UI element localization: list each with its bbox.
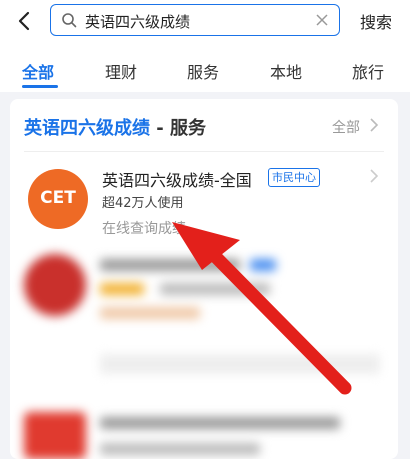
tab-local[interactable]: 本地 bbox=[270, 59, 302, 83]
app-screen: 英语四六级成绩 搜索 全部 理财 服务 本地 旅行 英语四六级成绩 - 服务 全… bbox=[0, 0, 410, 459]
tab-services[interactable]: 服务 bbox=[187, 59, 219, 83]
search-button[interactable]: 搜索 bbox=[360, 9, 392, 33]
blurred-result-logo bbox=[24, 412, 86, 459]
search-icon bbox=[62, 13, 77, 28]
tab-all[interactable]: 全部 bbox=[22, 59, 54, 83]
search-header: 英语四六级成绩 搜索 bbox=[0, 0, 410, 42]
category-tabs: 全部 理财 服务 本地 旅行 bbox=[0, 42, 410, 92]
section-title: 英语四六级成绩 - 服务 bbox=[24, 114, 206, 140]
tab-travel[interactable]: 旅行 bbox=[352, 59, 384, 83]
search-query-text: 英语四六级成绩 bbox=[85, 13, 191, 31]
back-arrow-icon[interactable] bbox=[14, 10, 36, 32]
cet-logo-text: CET bbox=[40, 188, 76, 208]
provider-badge: 市民中心 bbox=[268, 168, 320, 187]
section-title-suffix: - 服务 bbox=[150, 118, 207, 139]
divider bbox=[24, 151, 384, 152]
result-title[interactable]: 英语四六级成绩-全国 bbox=[102, 167, 252, 191]
view-all-link[interactable]: 全部 bbox=[332, 117, 360, 137]
section-title-keyword: 英语四六级成绩 bbox=[24, 118, 150, 139]
chevron-right-icon[interactable] bbox=[369, 169, 379, 183]
usage-count: 超42万人使用 bbox=[102, 196, 184, 211]
cet-logo[interactable]: CET bbox=[28, 169, 88, 229]
blurred-result-text bbox=[100, 417, 350, 457]
blurred-result-text bbox=[100, 259, 340, 339]
blurred-divider bbox=[100, 354, 380, 374]
tab-finance[interactable]: 理财 bbox=[105, 59, 137, 83]
blurred-result-logo bbox=[24, 254, 86, 316]
clear-icon[interactable] bbox=[314, 12, 330, 28]
search-input[interactable]: 英语四六级成绩 bbox=[50, 4, 340, 36]
chevron-right-icon bbox=[370, 118, 379, 132]
services-card: 英语四六级成绩 - 服务 全部 CET 英语四六级成绩-全国 市民中心 超42万… bbox=[10, 99, 398, 459]
active-tab-indicator bbox=[22, 85, 58, 88]
result-description: 在线查询成绩 bbox=[102, 221, 186, 237]
